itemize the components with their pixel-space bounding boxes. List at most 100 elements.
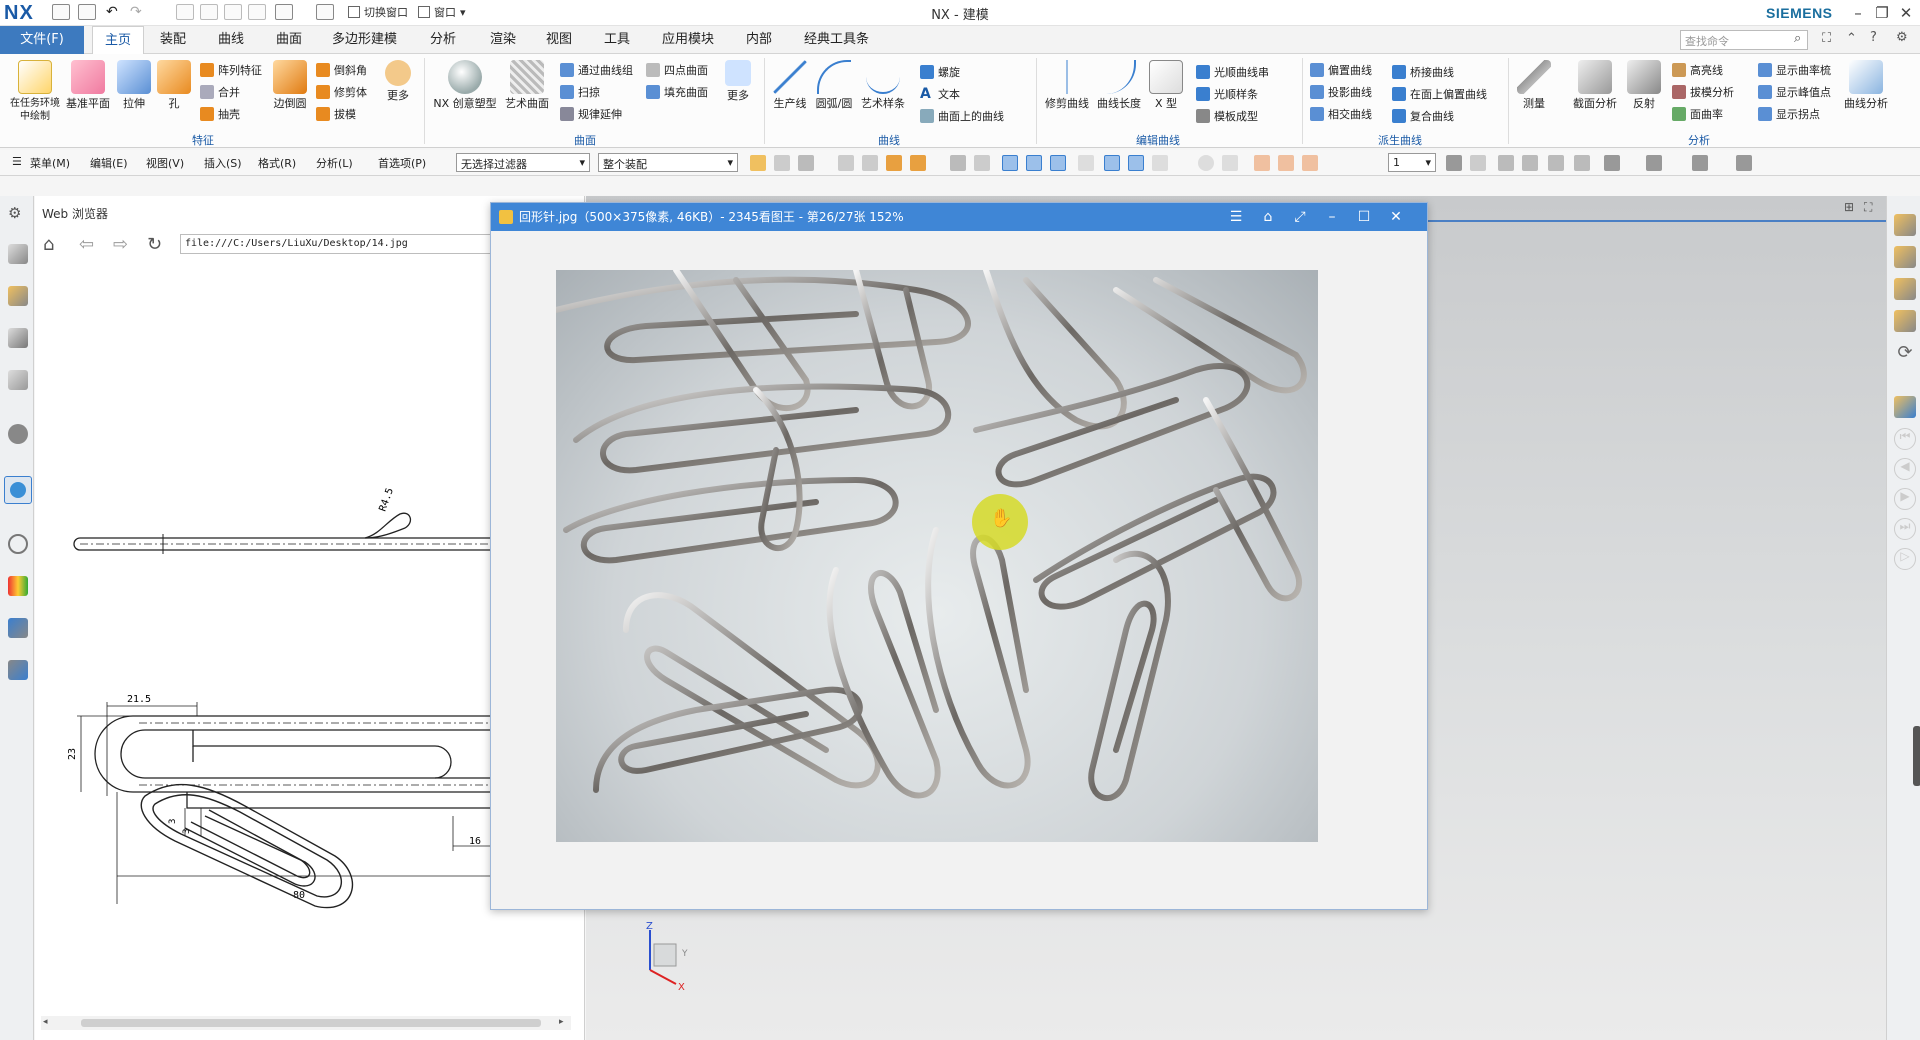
settings-icon[interactable]: ⚙ [1896,30,1908,45]
composite-curve-button[interactable]: 复合曲线 [1392,108,1454,124]
show-curvature-comb-button[interactable]: 显示曲率梳 [1758,62,1831,78]
hamburger-icon[interactable]: ☰ [12,155,22,168]
project-curve-button[interactable]: 投影曲线 [1310,84,1372,100]
history-icon[interactable] [8,534,28,554]
offset-in-face-button[interactable]: 在面上偏置曲线 [1392,86,1487,102]
face-icon[interactable] [950,155,966,171]
close-icon[interactable]: ✕ [1385,207,1407,227]
process-studio-icon[interactable] [8,618,28,638]
fair-spline-button[interactable]: 光顺样条 [1196,86,1258,102]
swept-button[interactable]: 扫掠 [560,84,600,100]
front-view-icon[interactable] [1894,246,1916,268]
format-menu[interactable]: 格式(R) [258,155,296,171]
arc-center-icon[interactable] [1128,155,1144,171]
display-options-icon[interactable] [1692,155,1708,171]
fast-forward-icon[interactable]: ⏭ [1894,518,1916,540]
forward-icon[interactable]: ⇨ [113,234,128,255]
restore-icon[interactable]: ❐ [1872,3,1892,23]
top-view-icon[interactable] [1894,278,1916,300]
hole-button[interactable]: 孔 [156,60,192,110]
x-form-button[interactable]: X 型 [1148,60,1184,110]
animation-icon[interactable] [1894,396,1916,418]
back-icon[interactable]: ⇦ [79,234,94,255]
curve-on-surface-button[interactable]: 曲面上的曲线 [920,108,1004,124]
draft-button[interactable]: 拔模 [316,106,356,122]
tab-view[interactable]: 视图 [540,26,578,54]
settings-icon[interactable]: ⚙ [8,204,28,224]
bounded-grid-icon[interactable] [1302,155,1318,171]
step-forward-icon[interactable]: ▷ [1894,548,1916,570]
minimize-icon[interactable]: – [1321,207,1343,227]
edit-menu[interactable]: 编辑(E) [90,155,128,171]
fill-surface-button[interactable]: 填充曲面 [646,84,708,100]
menu-icon[interactable]: ☰ [1225,207,1247,227]
maximize-icon[interactable]: ☐ [1353,207,1375,227]
tab-render[interactable]: 渲染 [484,26,522,54]
through-curves-button[interactable]: 通过曲线组 [560,62,633,78]
fullscreen-icon[interactable]: ⛶ [1822,31,1831,46]
help-icon[interactable]: ? [1870,30,1877,45]
reuse-library-icon[interactable] [8,370,28,390]
preferences-menu[interactable]: 首选项(P) [378,155,426,171]
draft-analysis-button[interactable]: 拔模分析 [1672,84,1734,100]
url-input[interactable]: file:///C:/Users/LiuXu/Desktop/14.jpg [180,234,520,254]
select-feature-icon[interactable] [774,155,790,171]
law-extension-button[interactable]: 规律延伸 [560,106,622,122]
curve-analysis-button[interactable]: 曲线分析 [1840,60,1892,110]
orient-view-icon[interactable] [1646,155,1662,171]
part-navigator-icon[interactable] [8,244,28,264]
face-curvature-button[interactable]: 面曲率 [1672,106,1723,122]
close-icon[interactable]: ✕ [1896,3,1916,23]
trim-body-button[interactable]: 修剪体 [316,84,367,100]
bridge-curve-button[interactable]: 桥接曲线 [1392,64,1454,80]
info-icon[interactable] [8,424,28,444]
smooth-curve-string-button[interactable]: 光顺曲线串 [1196,64,1269,80]
split-view-icon[interactable]: ⊞ [1844,200,1854,214]
home-icon[interactable]: ⌂ [43,234,54,255]
selection-filter-select[interactable]: 无选择过滤器 ▾ [456,153,590,172]
arc-circle-button[interactable]: 圆弧/圆 [812,60,856,110]
tab-surface[interactable]: 曲面 [270,26,308,54]
minimize-icon[interactable]: – [1848,3,1868,23]
studio-surface-button[interactable]: 艺术曲面 [502,60,552,110]
four-point-surface-button[interactable]: 四点曲面 [646,62,708,78]
mid-point-icon[interactable] [1050,155,1066,171]
assembly-scope-select[interactable]: 整个装配 ▾ [598,153,738,172]
tab-assembly[interactable]: 装配 [154,26,192,54]
show-inflections-button[interactable]: 显示拐点 [1758,106,1820,122]
image-viewer-window[interactable]: 回形针.jpg（500×375像素, 46KB）- 2345看图王 - 第26/… [490,202,1428,910]
tab-analysis[interactable]: 分析 [424,26,462,54]
section-analysis-button[interactable]: 截面分析 [1570,60,1620,110]
tab-applications[interactable]: 应用模块 [656,26,720,54]
selection-count-select[interactable]: 1 ▾ [1388,153,1436,172]
point-on-curve-icon[interactable] [1254,155,1270,171]
horizontal-scrollbar[interactable]: ◂ ▸ [41,1016,571,1030]
nx-creative-modeling-button[interactable]: NX 创意塑型 [432,60,498,110]
text-button[interactable]: A 文本 [920,86,960,102]
tab-classic-toolbar[interactable]: 经典工具条 [798,26,875,54]
existing-point-icon[interactable] [1222,155,1238,171]
constraint-navigator-icon[interactable] [8,328,28,348]
snap-icon[interactable] [838,155,854,171]
step-back-icon[interactable]: ◀ [1894,458,1916,480]
extrude-button[interactable]: 拉伸 [114,60,154,110]
intersection-curve-button[interactable]: 相交曲线 [1310,106,1372,122]
wcs-icon[interactable] [1470,155,1486,171]
intersection-point-icon[interactable] [1104,155,1120,171]
quadrant-point-icon[interactable] [1152,155,1168,171]
snap-point-icon[interactable] [862,155,878,171]
more-feature-button[interactable]: 更多 [380,60,416,102]
sketch-in-task-button[interactable]: 在任务环境中绘制 [8,60,62,123]
render-style-icon[interactable] [1604,155,1620,171]
zoom-icon[interactable] [1522,155,1538,171]
studio-spline-button[interactable]: 艺术样条 [858,60,908,110]
analysis-menu[interactable]: 分析(L) [316,155,353,171]
menu-dropdown[interactable]: 菜单(M) [30,155,70,171]
select-icon[interactable] [750,155,766,171]
offset-curve-button[interactable]: 偏置曲线 [1310,62,1372,78]
rotate-view-icon[interactable]: ⟳ [1894,342,1916,364]
tab-tools[interactable]: 工具 [598,26,636,54]
tab-internal[interactable]: 内部 [740,26,778,54]
tab-curve[interactable]: 曲线 [212,26,250,54]
right-view-icon[interactable] [1894,310,1916,332]
